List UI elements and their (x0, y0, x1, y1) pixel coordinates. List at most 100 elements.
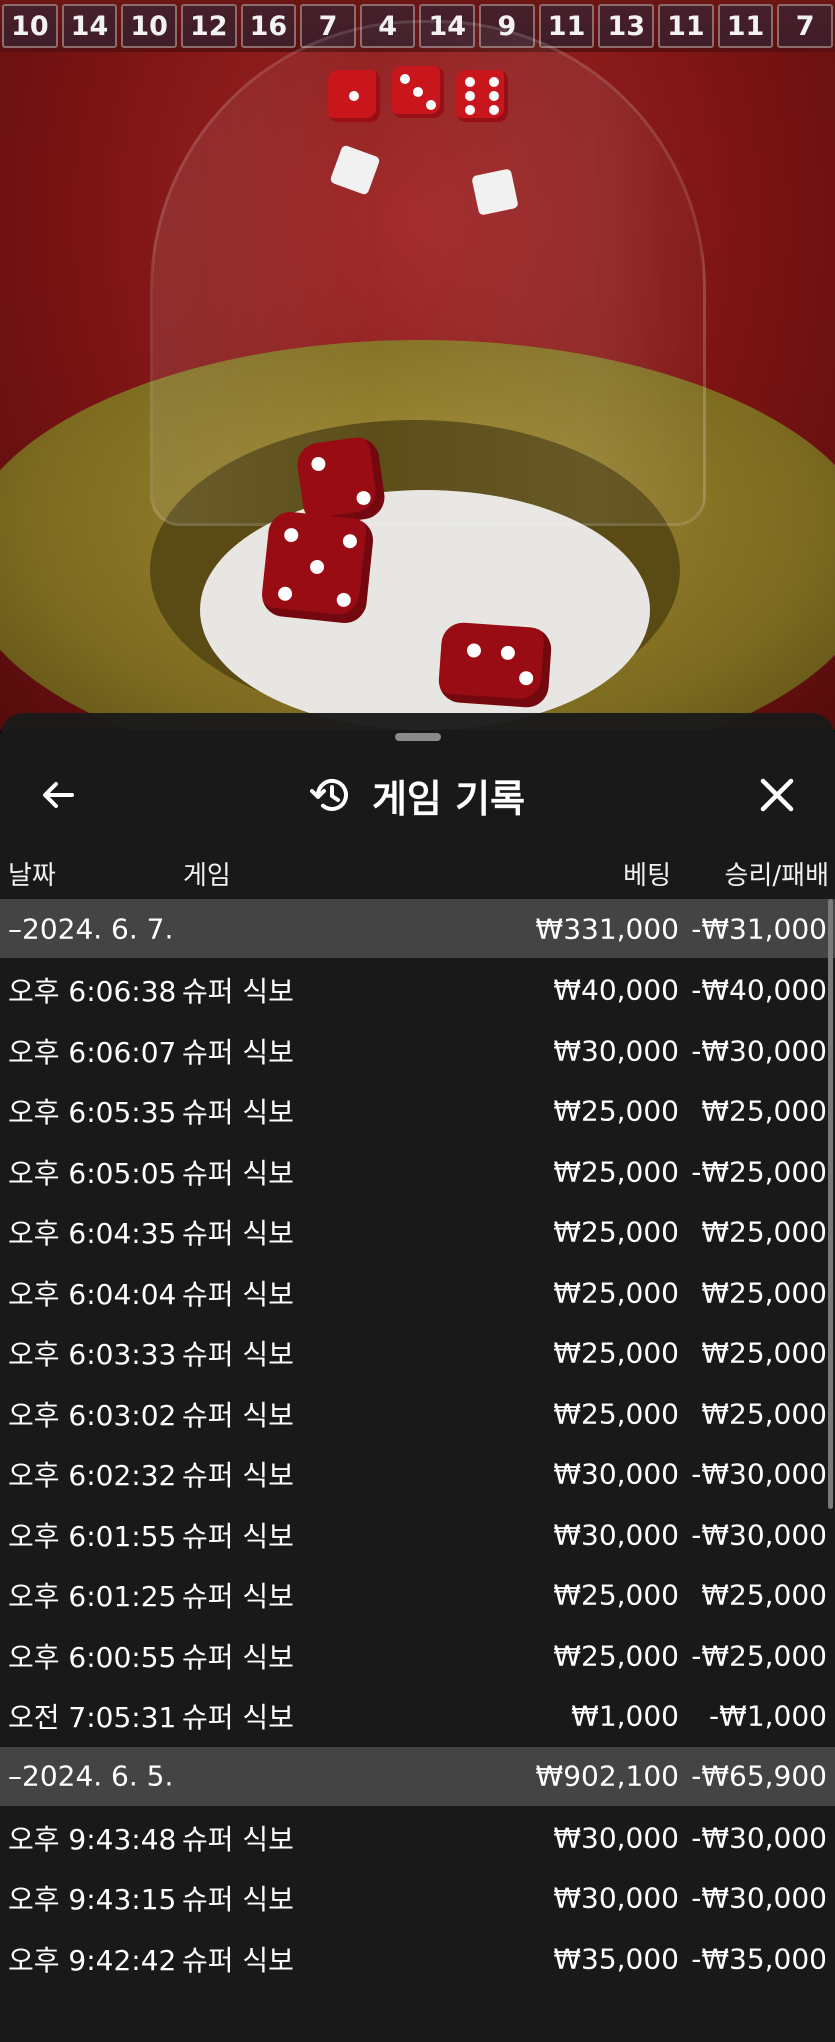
row-result: -₩30,000 (691, 1034, 827, 1068)
row-time: 오후 9:43:15 (8, 1883, 177, 1917)
history-row[interactable]: 오후 6:06:38 슈퍼 식보 ₩40,000 -₩40,000 (0, 960, 835, 1021)
row-time: 오후 6:06:38 (8, 975, 177, 1009)
back-button[interactable] (18, 755, 98, 835)
row-result: ₩25,000 (701, 1578, 827, 1612)
row-bet: ₩25,000 (553, 1215, 679, 1249)
history-result-cell: 10 (121, 4, 177, 48)
row-bet: ₩40,000 (553, 973, 679, 1007)
row-result: -₩40,000 (691, 973, 827, 1007)
date-group-header[interactable]: –2024. 6. 5. ₩902,100 -₩65,900 (0, 1746, 835, 1806)
row-bet: ₩1,000 (571, 1699, 679, 1733)
history-row[interactable]: 오후 6:01:25 슈퍼 식보 ₩25,000 ₩25,000 (0, 1565, 835, 1626)
row-result: -₩35,000 (691, 1942, 827, 1976)
history-row[interactable]: 오후 6:05:35 슈퍼 식보 ₩25,000 ₩25,000 (0, 1081, 835, 1142)
row-time: 오후 6:00:55 (8, 1640, 177, 1674)
history-row[interactable]: 오후 9:43:48 슈퍼 식보 ₩30,000 -₩30,000 (0, 1808, 835, 1869)
row-bet: ₩30,000 (553, 1518, 679, 1552)
history-result-cell: 7 (777, 4, 833, 48)
result-die-one-icon (328, 70, 380, 122)
row-result: ₩25,000 (701, 1397, 827, 1431)
group-date-label: –2024. 6. 7. (8, 912, 174, 945)
arrow-left-icon (43, 782, 74, 808)
history-row[interactable]: 오후 6:01:55 슈퍼 식보 ₩30,000 -₩30,000 (0, 1505, 835, 1566)
row-time: 오후 9:42:42 (8, 1943, 177, 1977)
row-game: 슈퍼 식보 (182, 975, 294, 1009)
row-time: 오후 6:03:02 (8, 1398, 177, 1432)
row-result: ₩25,000 (701, 1276, 827, 1310)
history-result-cell: 13 (598, 4, 655, 48)
row-game: 슈퍼 식보 (182, 1217, 294, 1251)
column-headers: 날짜 게임 베팅 승리/패배 (0, 843, 835, 899)
row-game: 슈퍼 식보 (182, 1519, 294, 1553)
row-game: 슈퍼 식보 (182, 1943, 294, 1977)
history-row[interactable]: 오후 6:03:02 슈퍼 식보 ₩25,000 ₩25,000 (0, 1384, 835, 1445)
row-result: ₩25,000 (701, 1336, 827, 1370)
game-history-panel: 게임 기록 날짜 게임 베팅 승리/패배 –2024. 6. 7. ₩331,0… (0, 713, 835, 2042)
group-result-total: -₩65,900 (691, 1759, 827, 1793)
row-time: 오후 6:03:33 (8, 1338, 177, 1372)
row-game: 슈퍼 식보 (182, 1277, 294, 1311)
history-result-cell: 11 (658, 4, 714, 48)
row-bet: ₩30,000 (553, 1457, 679, 1491)
row-result: -₩30,000 (691, 1457, 827, 1491)
row-game: 슈퍼 식보 (182, 1640, 294, 1674)
history-result-cell: 14 (61, 4, 118, 48)
history-row[interactable]: 오후 6:05:05 슈퍼 식보 ₩25,000 -₩25,000 (0, 1142, 835, 1203)
row-game: 슈퍼 식보 (182, 1822, 294, 1856)
row-bet: ₩25,000 (553, 1094, 679, 1128)
column-header-result: 승리/패배 (724, 861, 829, 891)
column-header-date: 날짜 (8, 861, 56, 891)
row-bet: ₩25,000 (553, 1336, 679, 1370)
row-result: -₩30,000 (691, 1518, 827, 1552)
physical-die-icon (437, 621, 553, 709)
row-result: -₩1,000 (709, 1699, 827, 1733)
row-bet: ₩30,000 (553, 1821, 679, 1855)
result-die-six-icon (456, 70, 508, 122)
row-bet: ₩25,000 (553, 1639, 679, 1673)
row-game: 슈퍼 식보 (182, 1096, 294, 1130)
close-button[interactable] (737, 755, 817, 835)
row-bet: ₩30,000 (553, 1881, 679, 1915)
history-row[interactable]: 오후 9:43:15 슈퍼 식보 ₩30,000 -₩30,000 (0, 1868, 835, 1929)
row-time: 오후 6:04:04 (8, 1277, 177, 1311)
row-time: 오후 6:01:55 (8, 1519, 177, 1553)
history-row[interactable]: 오후 9:42:42 슈퍼 식보 ₩35,000 -₩35,000 (0, 1929, 835, 1990)
history-row[interactable]: 오후 6:04:04 슈퍼 식보 ₩25,000 ₩25,000 (0, 1263, 835, 1324)
row-result: -₩30,000 (691, 1821, 827, 1855)
history-row[interactable]: 오후 6:02:32 슈퍼 식보 ₩30,000 -₩30,000 (0, 1444, 835, 1505)
panel-title-text: 게임 기록 (371, 776, 526, 821)
group-result-total: -₩31,000 (691, 912, 827, 945)
row-bet: ₩25,000 (553, 1276, 679, 1310)
history-result-cell: 11 (717, 4, 774, 48)
row-time: 오후 6:05:35 (8, 1096, 177, 1130)
row-result: -₩30,000 (691, 1881, 827, 1915)
row-bet: ₩35,000 (553, 1942, 679, 1976)
drag-handle[interactable] (395, 733, 441, 741)
group-bet-total: ₩331,000 (535, 912, 679, 945)
row-time: 오후 6:05:05 (8, 1156, 177, 1190)
history-icon (309, 779, 348, 811)
history-row[interactable]: 오전 7:05:31 슈퍼 식보 ₩1,000 -₩1,000 (0, 1686, 835, 1747)
history-row[interactable]: 오후 6:03:33 슈퍼 식보 ₩25,000 ₩25,000 (0, 1323, 835, 1384)
row-game: 슈퍼 식보 (182, 1398, 294, 1432)
history-list[interactable]: –2024. 6. 7. ₩331,000 -₩31,000 오후 6:06:3… (0, 899, 835, 1989)
result-die-three-icon (392, 66, 444, 118)
history-row[interactable]: 오후 6:00:55 슈퍼 식보 ₩25,000 -₩25,000 (0, 1626, 835, 1687)
row-time: 오후 6:04:35 (8, 1217, 177, 1251)
row-result: -₩25,000 (691, 1639, 827, 1673)
panel-header: 게임 기록 (0, 755, 835, 835)
column-header-bet: 베팅 (623, 861, 671, 891)
date-group-header[interactable]: –2024. 6. 7. ₩331,000 -₩31,000 (0, 899, 835, 958)
history-row[interactable]: 오후 6:06:07 슈퍼 식보 ₩30,000 -₩30,000 (0, 1021, 835, 1082)
scrollbar[interactable] (828, 899, 833, 1509)
group-date-label: –2024. 6. 5. (8, 1759, 174, 1793)
row-time: 오후 6:01:25 (8, 1580, 177, 1614)
row-game: 슈퍼 식보 (182, 1156, 294, 1190)
history-result-cell: 11 (538, 4, 595, 48)
row-time: 오후 9:43:48 (8, 1822, 177, 1856)
live-video-feed: 10 14 10 12 16 7 4 14 9 11 13 11 11 7 (0, 0, 835, 730)
history-result-cell: 16 (240, 4, 297, 48)
reflection-cube (471, 168, 519, 216)
history-row[interactable]: 오후 6:04:35 슈퍼 식보 ₩25,000 ₩25,000 (0, 1202, 835, 1263)
row-game: 슈퍼 식보 (182, 1883, 294, 1917)
